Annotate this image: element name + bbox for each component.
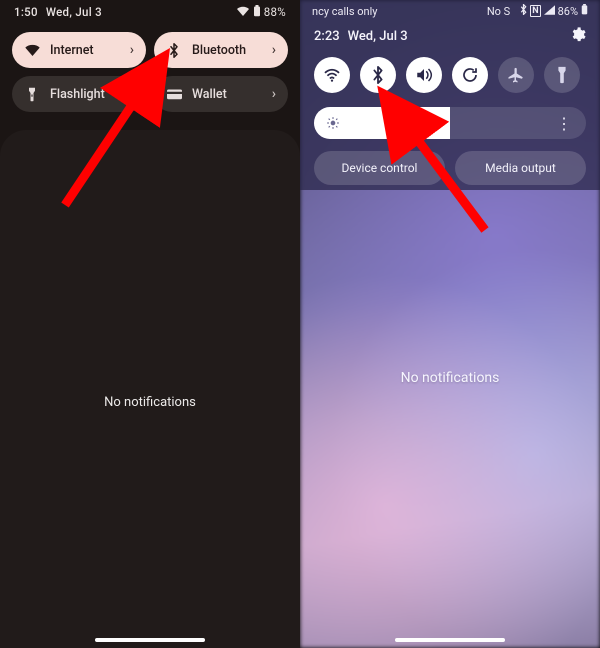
tile-label: Wallet: [192, 87, 272, 102]
flashlight-icon: [24, 87, 40, 102]
status-icons-cluster: N 86%: [520, 4, 588, 18]
header-time: 2:23: [314, 29, 340, 44]
panel-background: [0, 130, 300, 648]
chevron-right-icon: ›: [272, 86, 276, 102]
carrier-text: ncy calls only: [312, 5, 477, 18]
device-control-button[interactable]: Device control: [314, 151, 445, 185]
quick-tiles-grid: Internet › Bluetooth › Flashlight › Wall…: [0, 24, 300, 112]
tile-bluetooth[interactable]: Bluetooth ›: [154, 32, 288, 68]
toggle-bluetooth[interactable]: [360, 57, 396, 93]
battery-status-icon: [581, 4, 588, 18]
more-options-icon[interactable]: ⋮: [556, 114, 574, 133]
bluetooth-status-icon: [520, 4, 527, 18]
quick-toggles-row: [300, 47, 600, 93]
media-output-button[interactable]: Media output: [455, 151, 586, 185]
bluetooth-icon: [166, 43, 182, 58]
samsung-quick-settings-panel: ncy calls only No S N 86% 2:23 Wed, Jul …: [300, 0, 600, 648]
status-date: Wed, Jul 3: [46, 5, 102, 19]
toggle-rotate[interactable]: [452, 57, 488, 93]
settings-gear-icon[interactable]: [569, 26, 586, 47]
gesture-handle[interactable]: [395, 638, 505, 642]
wallet-icon: [166, 88, 182, 100]
wifi-status-icon: [237, 5, 249, 19]
toggle-sound[interactable]: [406, 57, 442, 93]
brightness-fill: [314, 107, 450, 139]
tile-wallet[interactable]: Wallet ›: [154, 76, 288, 112]
bluetooth-icon: [372, 66, 384, 84]
header-date: Wed, Jul 3: [348, 29, 408, 44]
flashlight-icon: [556, 66, 568, 84]
status-bar: 1:50 Wed, Jul 3 88%: [0, 0, 300, 24]
toggle-wifi[interactable]: [314, 57, 350, 93]
tile-flashlight[interactable]: Flashlight ›: [12, 76, 146, 112]
status-bar: ncy calls only No S N 86%: [300, 0, 600, 22]
toggle-airplane[interactable]: [498, 57, 534, 93]
battery-status-icon: [253, 5, 261, 20]
status-time: 1:50: [14, 5, 38, 19]
battery-percent: 86%: [558, 5, 578, 18]
wifi-icon: [323, 68, 341, 82]
sun-icon: [326, 116, 340, 130]
header-row: 2:23 Wed, Jul 3: [300, 22, 600, 47]
nfc-status-icon: N: [530, 5, 540, 17]
chevron-right-icon: ›: [130, 86, 134, 102]
signal-status-icon: [544, 5, 555, 18]
no-notifications-text: No notifications: [300, 370, 600, 386]
battery-percent: 88%: [264, 5, 286, 19]
tile-label: Flashlight: [50, 87, 130, 102]
no-notifications-text: No notifications: [0, 395, 300, 410]
gesture-handle[interactable]: [95, 638, 205, 642]
tile-internet[interactable]: Internet ›: [12, 32, 146, 68]
chevron-right-icon: ›: [130, 42, 134, 58]
wifi-icon: [24, 44, 40, 56]
airplane-icon: [507, 66, 525, 84]
brightness-slider[interactable]: ⋮: [314, 107, 586, 139]
action-buttons-row: Device control Media output: [300, 139, 600, 185]
carrier-text-2: No S: [487, 5, 510, 18]
sound-icon: [415, 67, 433, 83]
pixel-quick-settings-panel: 1:50 Wed, Jul 3 88% Internet › Bluetooth…: [0, 0, 300, 648]
toggle-flashlight[interactable]: [544, 57, 580, 93]
tile-label: Internet: [50, 43, 130, 58]
chevron-right-icon: ›: [272, 42, 276, 58]
tile-label: Bluetooth: [192, 43, 272, 58]
rotate-icon: [461, 66, 479, 84]
